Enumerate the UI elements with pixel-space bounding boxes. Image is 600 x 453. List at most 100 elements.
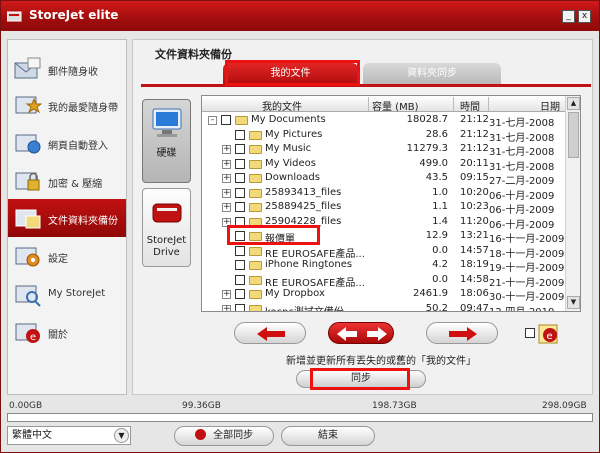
tab-divider [141, 84, 591, 87]
hard-disk-label: 硬碟 [156, 148, 177, 159]
scroll-thumb[interactable] [568, 112, 579, 158]
exit-button[interactable]: 結束 [281, 426, 375, 446]
internet-explorer-icon[interactable]: e [538, 323, 560, 345]
sidebar-item-web-login[interactable]: 網頁自動登入 [8, 124, 126, 162]
minimize-button[interactable]: _ [562, 10, 575, 23]
row-checkbox[interactable] [235, 303, 245, 311]
table-row[interactable]: + My Music 11279.3 21:12 31-七月-2008 [202, 142, 566, 158]
chevron-down-icon[interactable]: ▼ [114, 428, 129, 443]
row-date: 12-四月-2010 [489, 306, 555, 312]
row-checkbox[interactable] [235, 173, 245, 183]
row-time: 10:20 [460, 186, 489, 198]
sync-both-button[interactable] [328, 322, 394, 344]
sync-to-computer-button[interactable] [234, 322, 306, 344]
sync-all-button[interactable]: 全部同步 [174, 426, 274, 446]
highlight-box [227, 225, 320, 245]
table-row[interactable]: iPhone Ringtones 4.2 18:19 19-十一月-2009 [202, 258, 566, 274]
column-header-date[interactable]: 日期 [540, 98, 560, 113]
tree-header: 我的文件 容量 (MB) 時間 日期 [202, 96, 566, 113]
scroll-down-icon[interactable]: ▼ [567, 296, 580, 309]
row-checkbox[interactable] [235, 129, 245, 140]
expand-icon[interactable]: + [222, 304, 231, 311]
language-select[interactable]: 繁體中文 ▼ [7, 426, 131, 445]
column-divider [453, 97, 454, 111]
row-checkbox[interactable] [235, 274, 245, 285]
sidebar-item-label: 加密 & 壓縮 [48, 179, 103, 190]
page-title: 文件資料夾備份 [155, 48, 232, 61]
storejet-drive-button[interactable]: StoreJet Drive [142, 188, 191, 267]
row-time: 14:58 [460, 273, 489, 285]
favorites-icon [15, 96, 42, 114]
file-tree[interactable]: 我的文件 容量 (MB) 時間 日期 - My Documents 18028.7 2… [201, 95, 581, 312]
column-header-name[interactable]: 我的文件 [262, 98, 302, 113]
capacity-total: 298.09GB [542, 401, 587, 411]
collapse-icon[interactable]: - [208, 116, 217, 125]
folder-icon [249, 188, 262, 198]
row-time: 14:57 [460, 244, 489, 256]
sidebar-item-encrypt[interactable]: 加密 & 壓縮 [8, 162, 126, 200]
row-checkbox[interactable] [235, 158, 245, 169]
vertical-scrollbar[interactable]: ▲ ▼ [565, 96, 580, 311]
highlight-box [225, 60, 360, 86]
row-checkbox[interactable] [235, 144, 245, 154]
table-row[interactable]: + My Videos 499.0 20:11 31-七月-2008 [202, 157, 566, 173]
row-checkbox[interactable] [235, 202, 245, 212]
table-row[interactable]: RE EUROSAFE產品... 0.0 14:57 18-十一月-2009 [202, 244, 566, 260]
expand-icon[interactable]: + [222, 145, 231, 154]
column-divider [488, 97, 489, 111]
title-bar[interactable]: StoreJet elite _ x [1, 1, 599, 31]
table-row[interactable]: My Pictures 28.6 21:12 31-七月-2008 [202, 128, 566, 144]
sidebar-item-backup[interactable]: 文件資料夾備份 [8, 199, 126, 237]
folder-icon [249, 145, 262, 154]
sidebar-item-favorites[interactable]: 我的最愛隨身帶 [8, 86, 126, 124]
row-size: 1.0 [432, 186, 448, 198]
expand-icon[interactable]: + [222, 188, 231, 198]
table-row[interactable]: +25893413_files 1.0 10:20 06-十月-2009 [202, 186, 566, 202]
storejet-icon [15, 285, 41, 307]
folder-icon [235, 116, 248, 125]
table-row[interactable]: + My Dropbox 2461.9 18:06 30-十一月-2009 [202, 287, 566, 303]
expand-icon[interactable]: + [222, 174, 231, 183]
table-row[interactable]: +25889425_files 1.1 10:23 06-十月-2009 [202, 200, 566, 216]
sync-option-checkbox[interactable] [525, 328, 535, 338]
folder-icon [249, 304, 262, 311]
row-checkbox[interactable] [221, 115, 231, 125]
row-time: 11:20 [460, 215, 489, 227]
sidebar-item-label: 我的最愛隨身帶 [48, 103, 118, 114]
row-checkbox[interactable] [235, 260, 245, 270]
table-row[interactable]: - My Documents 18028.7 21:12 31-七月-2008 [202, 113, 566, 129]
row-size: 0.0 [432, 244, 448, 256]
row-name: My Dropbox [265, 288, 325, 299]
row-name: 25889425_files [265, 201, 342, 212]
table-row[interactable]: + Downloads 43.5 09:15 27-二月-2009 [202, 171, 566, 187]
language-value: 繁體中文 [12, 430, 52, 441]
row-name: 25893413_files [265, 186, 342, 198]
table-row[interactable]: RE EUROSAFE產品... 0.0 14:58 21-十一月-2009 [202, 273, 566, 289]
sync-to-drive-button[interactable] [426, 322, 498, 344]
svg-text:e: e [547, 331, 553, 342]
close-button[interactable]: x [578, 10, 591, 23]
sidebar-item-mail[interactable]: 郵件隨身收 [8, 50, 126, 88]
storejet-drive-icon [152, 203, 182, 223]
column-header-size[interactable]: 容量 (MB) [372, 98, 418, 113]
row-time: 18:19 [460, 259, 489, 270]
table-row[interactable]: + kocpc測試文備份 50.2 09:47 12-四月-2010 [202, 302, 566, 312]
sidebar-item-about[interactable]: e 關於 [8, 313, 126, 351]
hard-disk-button[interactable]: 硬碟 [142, 99, 191, 183]
row-checkbox[interactable] [235, 187, 245, 198]
expand-icon[interactable]: + [222, 290, 231, 299]
sidebar-item-settings[interactable]: 設定 [8, 237, 126, 275]
row-time: 09:15 [460, 172, 489, 183]
scroll-up-icon[interactable]: ▲ [567, 97, 580, 110]
expand-icon[interactable]: + [222, 159, 231, 169]
sidebar-item-my-storejet[interactable]: My StoreJet [8, 275, 126, 313]
row-checkbox[interactable] [235, 245, 245, 256]
column-header-time[interactable]: 時間 [460, 98, 480, 113]
sidebar-item-label: My StoreJet [48, 288, 106, 299]
expand-icon[interactable]: + [222, 203, 231, 212]
row-size: 11279.3 [406, 143, 448, 154]
tab-folder-sync[interactable]: 資料夾同步 [363, 63, 501, 84]
row-name: My Pictures [265, 128, 323, 140]
web-login-icon [15, 134, 41, 154]
row-checkbox[interactable] [235, 289, 245, 299]
